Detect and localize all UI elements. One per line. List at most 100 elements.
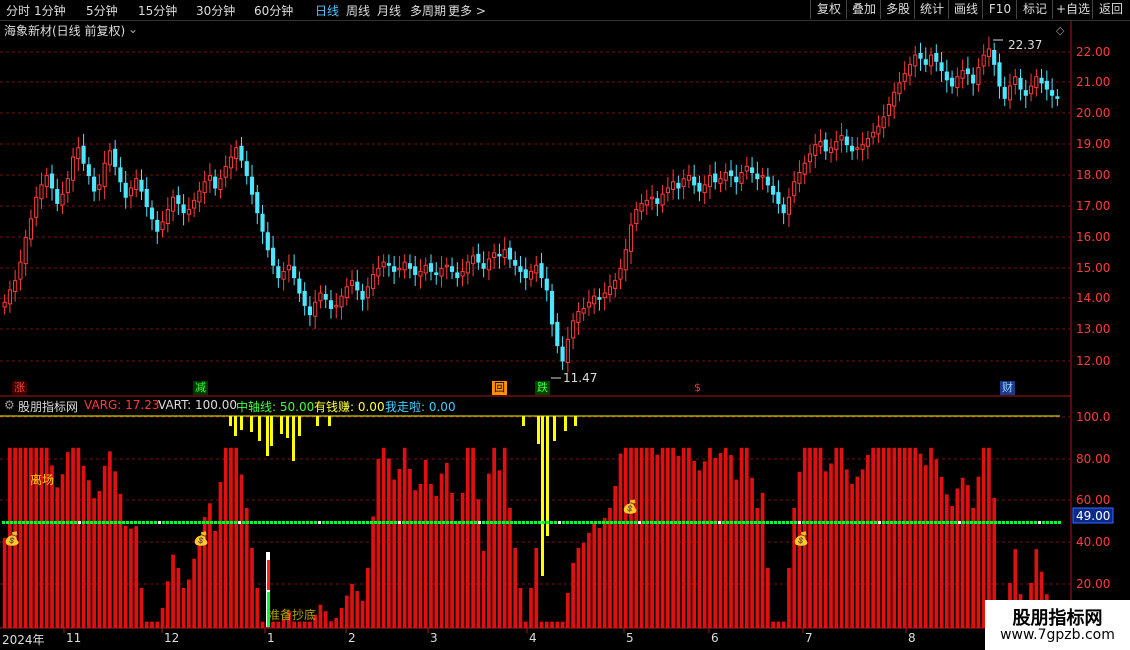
indicator-bar xyxy=(839,447,844,628)
period-tab-60min[interactable]: 60分钟 xyxy=(254,2,293,19)
indicator-name[interactable]: 股朋指标网 xyxy=(18,398,78,415)
midline-dot xyxy=(26,521,29,524)
indicator-axis-label: 100.0 xyxy=(1076,410,1111,424)
price-label: 13.00 xyxy=(1076,322,1111,336)
candle-body xyxy=(65,178,70,194)
midline-dot xyxy=(466,521,469,524)
multi-stock-button[interactable]: 多股 xyxy=(880,0,915,19)
chevron-down-icon[interactable]: ⌄ xyxy=(128,22,138,36)
indicator-bar xyxy=(955,488,960,628)
indicator-bar xyxy=(87,480,91,628)
midline-dot xyxy=(294,521,297,524)
indicator-bar xyxy=(155,621,160,628)
candle-body xyxy=(713,173,718,183)
period-tab-weekly[interactable]: 周线 xyxy=(346,2,370,19)
indicator-bar xyxy=(887,447,891,628)
midline-dot xyxy=(290,521,293,524)
period-tab-monthly[interactable]: 月线 xyxy=(377,2,401,19)
indicator-bar xyxy=(760,492,765,628)
label-likai: 离场 xyxy=(30,473,55,487)
midline-dot xyxy=(698,521,701,524)
indicator-bar xyxy=(918,453,923,628)
candle-body xyxy=(1002,87,1007,99)
indicator-bar xyxy=(823,471,828,628)
indicator-bar xyxy=(250,547,254,628)
f10-button[interactable]: F10 xyxy=(982,0,1017,19)
mark-button[interactable]: 标记 xyxy=(1016,0,1053,19)
yellow-signal-bar xyxy=(564,416,567,431)
indicator-bar xyxy=(729,455,733,628)
midline-dot xyxy=(270,521,273,524)
price-label: 16.00 xyxy=(1076,230,1111,244)
midline-dot xyxy=(38,521,41,524)
low-price-label: 11.47 xyxy=(563,371,598,385)
candle-body xyxy=(850,145,855,152)
indicator-bar xyxy=(76,447,81,628)
midline-dot xyxy=(350,521,353,524)
midline-dot xyxy=(970,521,973,524)
midline-dot xyxy=(42,521,45,524)
indicator-bar xyxy=(766,567,770,628)
indicator-bar xyxy=(118,493,123,628)
back-button[interactable]: 返回 xyxy=(1092,0,1129,19)
candle-body xyxy=(407,263,413,269)
fuquan-button[interactable]: 复权 xyxy=(810,0,847,19)
period-tab-15min[interactable]: 15分钟 xyxy=(138,2,177,19)
candle-body xyxy=(260,213,265,232)
add-favorite-button[interactable]: +自选 xyxy=(1052,0,1093,19)
candle-body xyxy=(371,273,376,289)
period-tab-1min[interactable]: 1分钟 xyxy=(34,2,66,19)
yellow-signal-bar xyxy=(537,416,540,444)
period-tab-more[interactable]: 更多 > xyxy=(448,2,486,19)
price-label: 19.00 xyxy=(1076,137,1111,151)
midline-dot xyxy=(10,521,13,524)
candle-body xyxy=(165,209,170,224)
midline-dot xyxy=(550,521,553,524)
midline-dot xyxy=(94,521,97,524)
candle-body xyxy=(613,280,618,289)
midline-dot xyxy=(86,521,89,524)
midline-dot xyxy=(874,521,877,524)
indicator-bar xyxy=(65,452,70,628)
period-tab-5min[interactable]: 5分钟 xyxy=(86,2,118,19)
period-tab-daily[interactable]: 日线 xyxy=(315,2,339,19)
indicator-bar xyxy=(792,507,797,628)
draw-line-button[interactable]: 画线 xyxy=(948,0,983,19)
diamond-icon[interactable]: ◇ xyxy=(1056,24,1064,37)
varg-value: VARG: 17.23 xyxy=(84,398,160,412)
candle-body xyxy=(549,290,555,325)
candle-body xyxy=(334,304,339,308)
period-tab-multi[interactable]: 多周期 xyxy=(410,2,446,19)
midline-dot xyxy=(950,521,953,524)
midline-dot xyxy=(298,521,301,524)
overlay-button[interactable]: 叠加 xyxy=(846,0,881,19)
statistics-button[interactable]: 统计 xyxy=(914,0,949,19)
candle-body xyxy=(423,264,428,274)
indicator-bar xyxy=(934,459,939,628)
candle-body xyxy=(881,116,886,129)
indicator-bar xyxy=(402,447,407,628)
youqian-value: 有钱赚: 0.00 xyxy=(314,400,385,414)
midline-dot xyxy=(58,521,61,524)
midline-dot xyxy=(882,521,885,524)
indicator-bar xyxy=(923,465,928,628)
candle-body xyxy=(139,179,144,192)
indicator-bar xyxy=(365,567,370,628)
indicator-bar xyxy=(592,522,597,628)
indicator-bar xyxy=(976,476,981,628)
indicator-bar xyxy=(502,447,507,628)
candle-body xyxy=(681,178,686,187)
period-tab-fenshi[interactable]: 分时 xyxy=(6,2,30,19)
indicator-bar xyxy=(939,476,944,628)
indicator-bar xyxy=(660,447,665,628)
gear-icon[interactable]: ⚙ xyxy=(4,398,15,412)
midline-dot xyxy=(62,521,65,524)
midline-dot xyxy=(818,521,821,524)
period-tab-30min[interactable]: 30分钟 xyxy=(196,2,235,19)
midline-dot xyxy=(554,521,557,524)
midline-dot xyxy=(642,521,645,524)
indicator-bar xyxy=(539,621,544,628)
indicator-axis-label: 60.00 xyxy=(1076,493,1111,507)
candle-body xyxy=(486,258,491,271)
indicator-bar xyxy=(613,486,618,628)
